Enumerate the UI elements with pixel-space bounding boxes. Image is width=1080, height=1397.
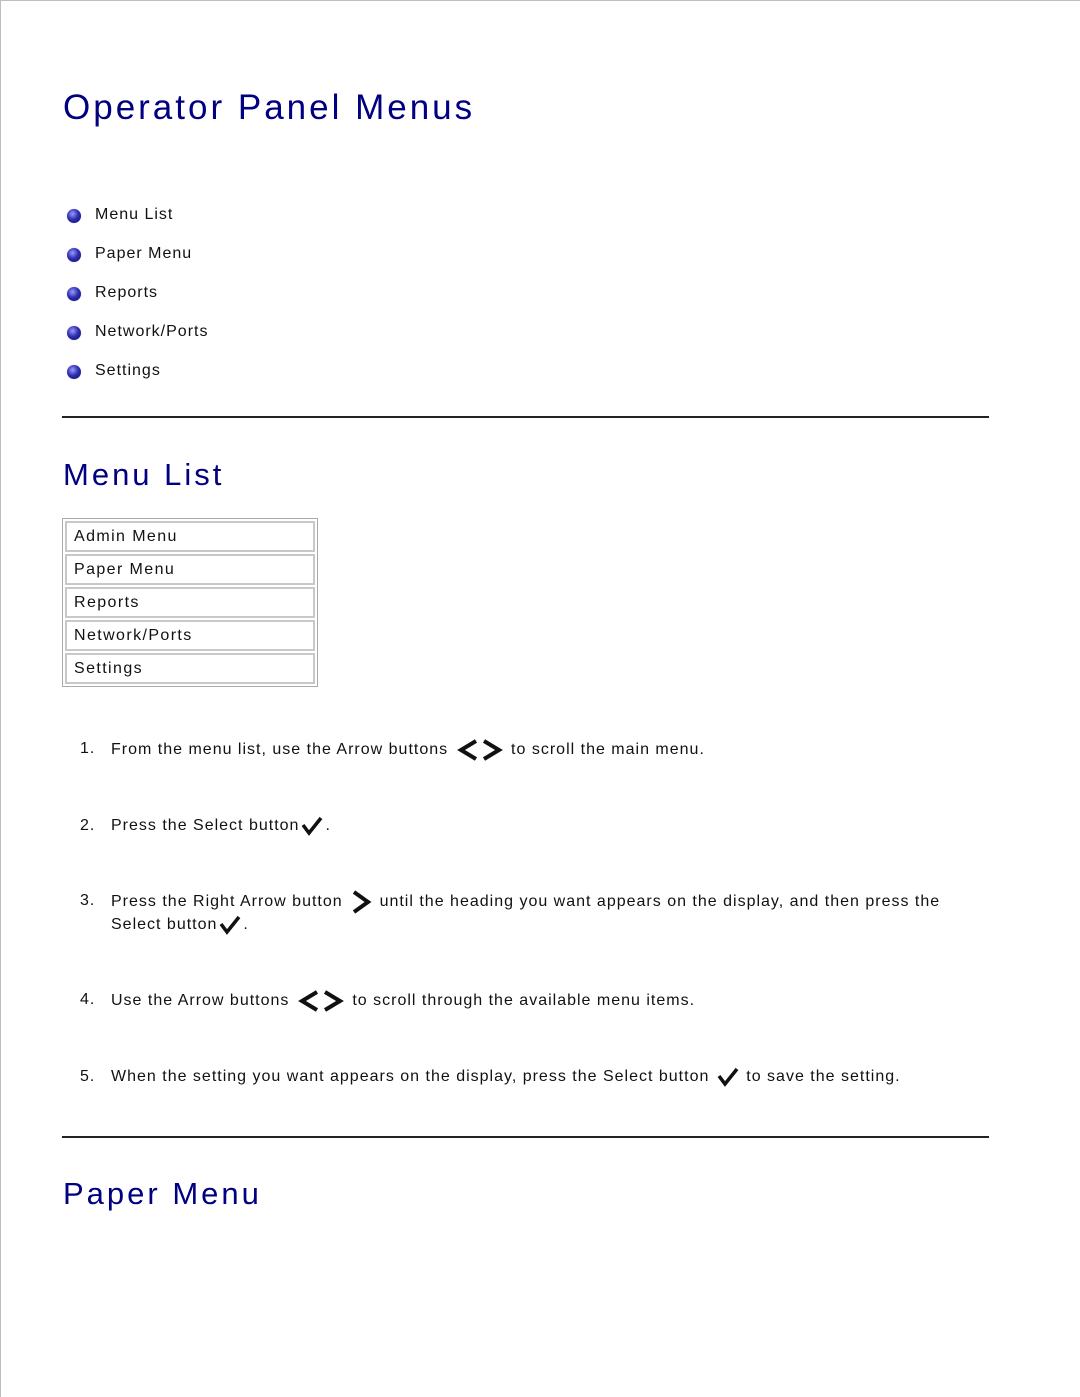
table-row: Reports: [65, 587, 315, 618]
section-heading-menu-list: Menu List: [63, 457, 225, 492]
step-text: to save the setting.: [746, 1068, 901, 1085]
step-text: Use the Arrow buttons: [111, 992, 290, 1010]
toc-link[interactable]: Network/Ports: [95, 323, 208, 341]
left-right-arrows-icon: [456, 739, 503, 761]
toc-item-paper-menu[interactable]: Paper Menu: [67, 245, 208, 284]
step-text: to scroll the main menu.: [511, 741, 705, 759]
table-row: Paper Menu: [65, 554, 315, 585]
step-text: Press the Right Arrow button: [111, 893, 343, 911]
step-number: 3.: [80, 892, 96, 909]
step-text: .: [243, 916, 249, 933]
step-text: From the menu list, use the Arrow button…: [111, 741, 449, 759]
table-of-contents: Menu List Paper Menu Reports Network/Por…: [67, 206, 208, 401]
bullet-icon: [67, 209, 81, 223]
checkmark-icon: [220, 915, 241, 935]
step-text: Press the Select button: [111, 817, 300, 834]
bullet-icon: [67, 365, 81, 379]
toc-item-network-ports[interactable]: Network/Ports: [67, 323, 208, 362]
toc-item-menu-list[interactable]: Menu List: [67, 206, 208, 245]
right-arrow-icon: [352, 890, 372, 914]
step-item: 4. Use the Arrow buttons to scroll throu…: [80, 989, 980, 1013]
step-item: 3. Press the Right Arrow button until th…: [80, 890, 980, 935]
step-item: 5. When the setting you want appears on …: [80, 1066, 980, 1087]
bullet-icon: [67, 248, 81, 262]
step-number: 4.: [80, 991, 96, 1008]
checkmark-icon: [302, 816, 323, 836]
table-row: Network/Ports: [65, 620, 315, 651]
bullet-icon: [67, 326, 81, 340]
step-item: 1. From the menu list, use the Arrow but…: [80, 738, 980, 762]
table-cell: Admin Menu: [65, 521, 315, 552]
table-cell: Reports: [65, 587, 315, 618]
instruction-steps: 1. From the menu list, use the Arrow but…: [80, 738, 980, 1087]
step-text: to scroll through the available menu ite…: [352, 992, 696, 1010]
step-item: 2. Press the Select button.: [80, 815, 980, 836]
left-right-arrows-icon: [297, 990, 344, 1012]
table-cell: Network/Ports: [65, 620, 315, 651]
toc-link[interactable]: Menu List: [95, 206, 173, 224]
section-heading-paper-menu: Paper Menu: [63, 1176, 262, 1211]
section-divider: [62, 1136, 989, 1138]
step-number: 2.: [80, 817, 96, 834]
page-title: Operator Panel Menus: [63, 88, 476, 127]
checkmark-icon: [717, 1067, 739, 1087]
toc-link[interactable]: Settings: [95, 362, 161, 380]
step-text: When the setting you want appears on the…: [111, 1068, 710, 1085]
bullet-icon: [67, 287, 81, 301]
section-divider: [62, 416, 989, 418]
menu-list-table: Admin Menu Paper Menu Reports Network/Po…: [62, 518, 318, 687]
table-row: Settings: [65, 653, 315, 684]
toc-link[interactable]: Reports: [95, 284, 158, 302]
step-text: .: [325, 817, 331, 834]
toc-item-settings[interactable]: Settings: [67, 362, 208, 401]
toc-item-reports[interactable]: Reports: [67, 284, 208, 323]
step-number: 1.: [80, 740, 96, 757]
table-row: Admin Menu: [65, 521, 315, 552]
step-number: 5.: [80, 1068, 96, 1085]
table-cell: Settings: [65, 653, 315, 684]
toc-link[interactable]: Paper Menu: [95, 245, 192, 263]
table-cell: Paper Menu: [65, 554, 315, 585]
